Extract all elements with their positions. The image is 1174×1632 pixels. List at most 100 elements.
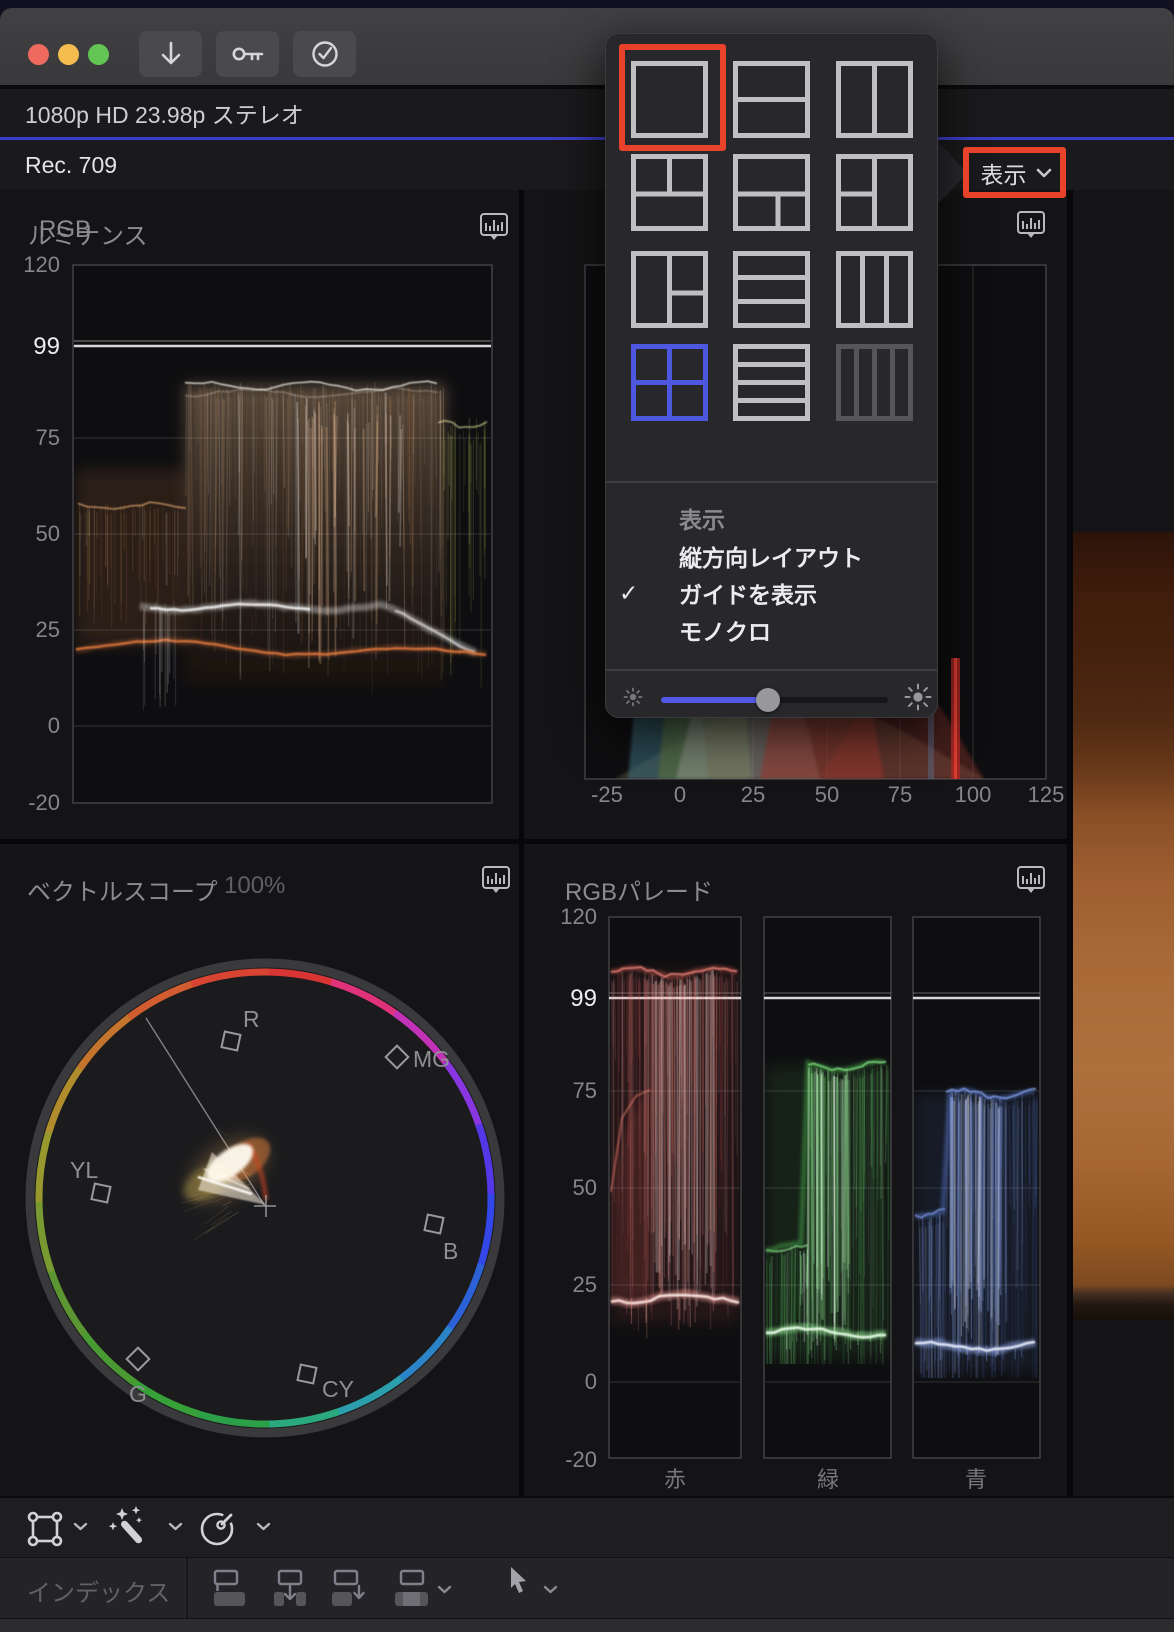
chevron-down-icon[interactable] — [437, 1585, 452, 1594]
download-arrow-icon — [158, 40, 184, 68]
layout-glyph-single — [631, 61, 708, 138]
layout-option-cols3[interactable] — [836, 251, 913, 328]
menu-item-label: ガイドを表示 — [679, 582, 817, 608]
x-tick-label: 50 — [814, 782, 840, 807]
format-text: 1080p HD 23.98p ステレオ — [25, 102, 304, 128]
check-circle-icon — [310, 39, 340, 69]
project-format-bar: 1080p HD 23.98p ステレオ — [0, 89, 1174, 137]
cursor-arrow-icon — [508, 1566, 532, 1596]
svg-text:CY: CY — [322, 1376, 354, 1402]
color-correction-button[interactable] — [198, 1508, 240, 1548]
viewer-toolbar — [0, 1496, 1174, 1557]
chevron-down-icon[interactable] — [168, 1522, 183, 1531]
import-media-button[interactable] — [139, 31, 202, 77]
chevron-down-icon — [1036, 168, 1052, 178]
scopes-view-popup: 表示 縦方向レイアウト ✓ ガイドを表示モノクロ — [605, 33, 938, 718]
panel-divider-horizontal[interactable] — [0, 839, 1067, 844]
layout-glyph-right-split — [631, 251, 708, 328]
y-tick-label: 0 — [47, 713, 60, 738]
layout-option-single[interactable] — [631, 61, 708, 138]
x-tick-label: 25 — [740, 782, 766, 807]
layout-glyph-cols3 — [836, 251, 913, 328]
layout-glyph-bottom-split — [733, 154, 810, 231]
layout-glyph-rows2 — [733, 61, 810, 138]
checkmark: ✓ — [619, 579, 639, 606]
luminance-waveform — [72, 264, 493, 804]
layout-option-top-split[interactable] — [631, 154, 708, 231]
viewer-video-frame — [1073, 532, 1174, 1320]
connect-clip-icon — [212, 1569, 250, 1609]
menu-item-1[interactable]: 縦方向レイアウト — [606, 540, 937, 572]
key-icon — [231, 43, 265, 65]
timeline-filmstrip-edge — [0, 1618, 1174, 1632]
layout-option-right-split[interactable] — [631, 251, 708, 328]
y-tick-label: 99 — [33, 333, 60, 360]
index-button[interactable]: インデックス — [27, 1573, 170, 1608]
keywords-button[interactable] — [216, 31, 279, 77]
y-tick-label: 75 — [35, 425, 60, 450]
append-clip-button[interactable] — [330, 1569, 368, 1609]
chevron-down-icon[interactable] — [256, 1522, 271, 1531]
menu-item-label: 縦方向レイアウト — [679, 545, 863, 571]
channel-label: 青 — [964, 1467, 987, 1492]
brightness-slider-track[interactable] — [661, 688, 888, 712]
layout-option-grid2x2[interactable] — [631, 344, 708, 421]
layout-option-rows3[interactable] — [733, 251, 810, 328]
x-tick-label: -25 — [591, 782, 623, 807]
close-button[interactable] — [28, 44, 49, 65]
x-tick-label: 100 — [954, 782, 992, 807]
overwrite-clip-icon — [392, 1569, 432, 1609]
brightness-slider-fill — [661, 697, 768, 703]
tools-arrow-button[interactable] — [508, 1566, 532, 1596]
layout-option-rows4[interactable] — [733, 344, 810, 421]
window-titlebar[interactable] — [0, 8, 1174, 85]
menu-item-3[interactable]: モノクロ — [606, 614, 937, 646]
menu-item-2[interactable]: ✓ ガイドを表示 — [606, 577, 937, 609]
channel-label: 緑 — [816, 1467, 839, 1492]
transform-button[interactable] — [26, 1510, 64, 1548]
insert-clip-button[interactable] — [272, 1569, 310, 1609]
layout-glyph-left-split — [836, 154, 913, 231]
layout-option-bottom-split[interactable] — [733, 154, 810, 231]
svg-text:MG: MG — [413, 1046, 450, 1072]
y-tick-label: 120 — [23, 252, 60, 277]
transform-icon — [26, 1510, 64, 1548]
view-button-label: 表示 — [980, 161, 1027, 188]
layout-option-cols2[interactable] — [836, 61, 913, 138]
overwrite-clip-button[interactable] — [392, 1569, 432, 1609]
x-tick-label: 0 — [673, 782, 687, 807]
zoom-button[interactable] — [88, 44, 109, 65]
connect-clip-button[interactable] — [212, 1569, 250, 1609]
y-tick-label: -20 — [28, 790, 60, 815]
y-tick-label: 50 — [35, 521, 60, 546]
svg-text:B: B — [443, 1238, 458, 1264]
popup-divider — [606, 669, 937, 671]
layout-option-cols4[interactable] — [836, 344, 913, 421]
chevron-down-icon[interactable] — [543, 1585, 558, 1594]
layout-glyph-rows4 — [733, 344, 810, 421]
popup-divider — [606, 481, 937, 483]
layout-option-left-split[interactable] — [836, 154, 913, 231]
brightness-bright-icon — [903, 682, 933, 712]
rgb-parade-waveform — [608, 916, 1041, 1459]
brightness-slider-thumb[interactable] — [756, 688, 780, 712]
popup-section-label: 表示 — [679, 507, 725, 533]
index-label: インデックス — [27, 1580, 171, 1607]
layout-glyph-grid2x2 — [631, 344, 708, 421]
colorspace-text: Rec. 709 — [25, 151, 118, 178]
color-gauge-icon — [198, 1508, 240, 1548]
background-tasks-button[interactable] — [293, 31, 356, 77]
minimize-button[interactable] — [58, 44, 79, 65]
chevron-down-icon[interactable] — [73, 1522, 88, 1531]
y-tick-label: 0 — [584, 1369, 597, 1394]
viewer-preview-strip — [1073, 380, 1174, 1632]
svg-text:YL: YL — [70, 1157, 98, 1183]
enhancements-button[interactable] — [108, 1504, 156, 1552]
svg-text:R: R — [243, 1006, 260, 1032]
y-tick-label: 120 — [560, 904, 597, 929]
layout-glyph-rows3 — [733, 251, 810, 328]
layout-option-rows2[interactable] — [733, 61, 810, 138]
insert-clip-icon — [272, 1569, 310, 1609]
layout-glyph-cols2 — [836, 61, 913, 138]
y-tick-label: 75 — [572, 1078, 597, 1103]
